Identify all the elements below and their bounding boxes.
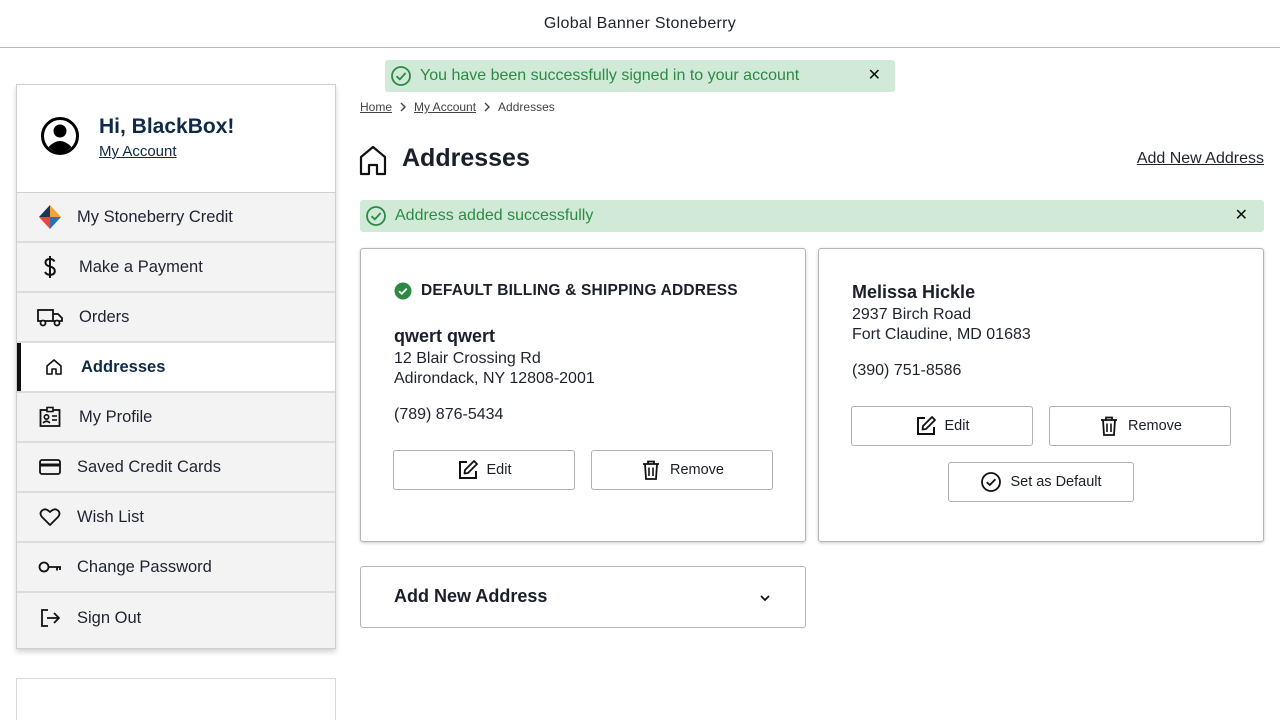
page-title: Addresses [402,144,530,172]
global-banner-text: Global Banner Stoneberry [543,14,737,32]
address-line2: Adirondack, NY 12808-2001 [394,370,595,387]
sidebar-item-label: My Stoneberry Credit [77,207,233,226]
address-phone: (390) 751-8586 [852,362,962,379]
address-name: qwert qwert [394,326,496,346]
set-default-button[interactable]: Set as Default [948,462,1134,502]
sidebar-item-make-payment[interactable]: Make a Payment [17,243,335,293]
address-line1: 2937 Birch Road [852,306,972,323]
my-account-link[interactable]: My Account [99,143,177,160]
edit-icon [458,460,478,479]
sidebar-item-label: Addresses [81,357,166,376]
sidebar-item-label: Wish List [77,507,144,526]
add-new-address-link[interactable]: Add New Address [1137,150,1264,168]
breadcrumb-my-account[interactable]: My Account [414,100,476,114]
toast-message: You have been successfully signed in to … [420,67,800,84]
address-line2: Fort Claudine, MD 01683 [852,326,1031,343]
global-banner: Global Banner Stoneberry [0,0,1280,48]
alert-message: Address added successfully [395,207,594,224]
edit-label: Edit [944,418,970,434]
sign-out-icon [37,605,63,631]
sidebar-item-sign-out[interactable]: Sign Out [17,593,335,643]
remove-address-button[interactable]: Remove [1049,406,1231,446]
sidebar-item-change-password[interactable]: Change Password [17,543,335,593]
accordion-title: Add New Address [394,586,548,606]
sidebar-greeting: Hi, BlackBox! [99,115,235,138]
edit-address-button[interactable]: Edit [851,406,1033,446]
sidebar-item-stoneberry-credit[interactable]: My Stoneberry Credit [17,193,335,243]
home-icon [359,145,387,176]
edit-address-button[interactable]: Edit [393,450,575,490]
truck-icon [37,304,63,330]
sidebar-item-label: My Profile [79,407,153,426]
address-card-default: DEFAULT BILLING & SHIPPING ADDRESS qwert… [360,248,806,542]
sidebar-item-saved-credit-cards[interactable]: Saved Credit Cards [17,443,335,493]
check-circle-icon [366,206,386,226]
address-added-alert: Address added successfully ✕ [360,200,1264,232]
remove-label: Remove [1128,418,1182,434]
chevron-down-icon [760,595,770,602]
home-icon [41,354,67,380]
sidebar-item-label: Sign Out [77,608,142,627]
dollar-icon [37,254,63,280]
user-avatar-icon [41,117,79,155]
remove-label: Remove [670,462,724,478]
edit-icon [916,416,936,435]
sidebar-item-label: Make a Payment [79,257,203,276]
sidebar-item-label: Change Password [77,557,212,576]
breadcrumb-current: Addresses [498,100,555,114]
account-sidebar: Hi, BlackBox! My Account My Stoneberry C… [16,84,336,649]
sidebar-item-addresses[interactable]: Addresses [17,343,335,393]
sidebar-secondary-panel [16,678,336,720]
chevron-right-icon [400,102,407,112]
address-card: Melissa Hickle 2937 Birch Road Fort Clau… [818,248,1264,542]
default-address-badge: DEFAULT BILLING & SHIPPING ADDRESS [394,282,738,300]
signin-toast: You have been successfully signed in to … [385,60,895,92]
sidebar-header: Hi, BlackBox! My Account [17,85,335,193]
set-default-label: Set as Default [1010,474,1102,490]
check-circle-icon [981,472,1002,492]
edit-label: Edit [486,462,512,478]
sidebar-item-orders[interactable]: Orders [17,293,335,343]
trash-icon [643,460,659,480]
sidebar-item-my-profile[interactable]: My Profile [17,393,335,443]
check-circle-icon [391,66,411,86]
sidebar-item-label: Orders [79,307,130,326]
id-badge-icon [37,404,63,430]
address-line1: 12 Blair Crossing Rd [394,350,541,367]
credit-card-icon [37,454,63,480]
address-name: Melissa Hickle [852,282,976,302]
chevron-right-icon [484,102,491,112]
address-phone: (789) 876-5434 [394,406,504,423]
breadcrumb: Home My Account Addresses [360,100,555,114]
trash-icon [1101,416,1117,436]
add-new-address-accordion[interactable]: Add New Address [360,566,806,628]
remove-address-button[interactable]: Remove [591,450,773,490]
key-icon [37,554,63,580]
breadcrumb-home[interactable]: Home [360,100,392,114]
alert-close-icon[interactable]: ✕ [1235,205,1248,225]
sidebar-item-wish-list[interactable]: Wish List [17,493,335,543]
default-address-label: DEFAULT BILLING & SHIPPING ADDRESS [421,282,738,299]
check-circle-filled-icon [394,282,412,300]
stoneberry-credit-icon [37,204,63,230]
heart-icon [37,504,63,530]
toast-close-icon[interactable]: ✕ [868,65,881,85]
sidebar-item-label: Saved Credit Cards [77,457,221,476]
